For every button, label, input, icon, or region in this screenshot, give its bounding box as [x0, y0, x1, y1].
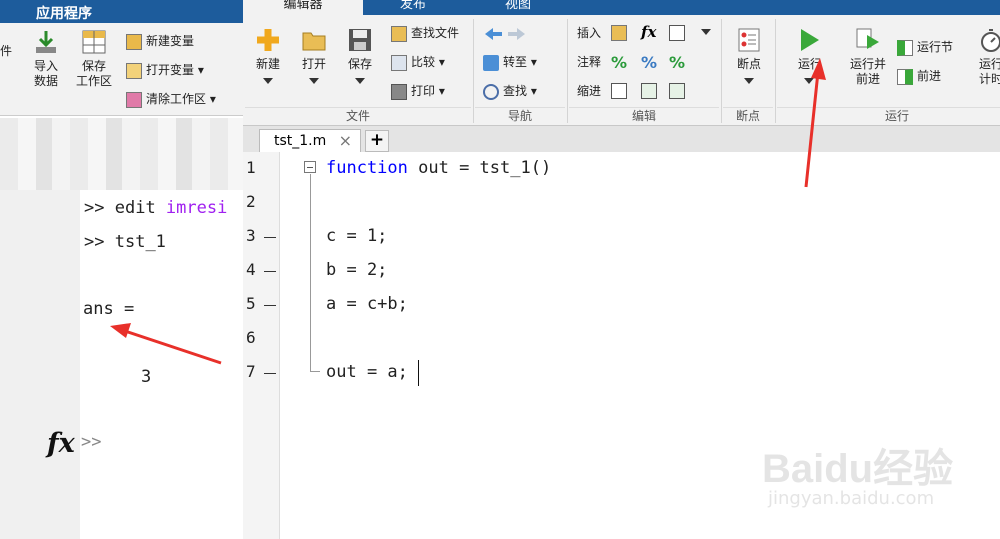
- red-arrow-to-run: [804, 58, 826, 188]
- baidu-watermark: Baidu经验 jingyan.baidu.com: [740, 430, 980, 520]
- red-arrow-to-ans: [110, 323, 222, 365]
- watermark-url: jingyan.baidu.com: [768, 488, 935, 509]
- watermark-logo-text: Baidu经验: [762, 447, 954, 491]
